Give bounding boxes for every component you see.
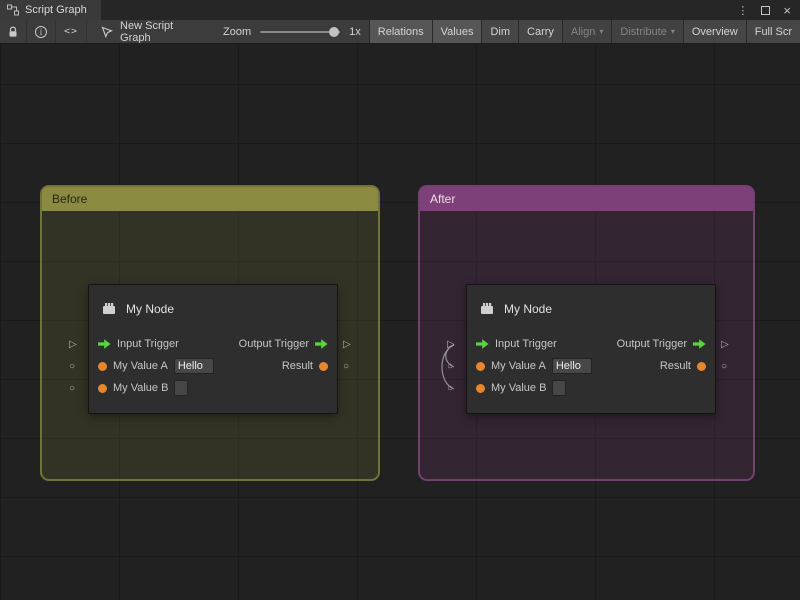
lock-button[interactable]	[0, 20, 27, 43]
fullscreen-button[interactable]: Full Scr	[746, 20, 800, 43]
output-trigger-label: Output Trigger	[617, 338, 687, 350]
relations-label: Relations	[378, 26, 424, 38]
values-label: Values	[441, 26, 474, 38]
value-a-label: My Value A	[113, 360, 168, 372]
outer-input-trigger-port[interactable]: ▷	[69, 340, 77, 350]
graph-pointer-icon	[101, 26, 113, 38]
outer-value-a-port[interactable]: ○	[447, 362, 453, 372]
value-a-label: My Value A	[491, 360, 546, 372]
group-after-header[interactable]: After	[420, 187, 753, 211]
outer-input-trigger-port[interactable]: ▷	[447, 340, 455, 350]
carry-button[interactable]: Carry	[518, 20, 562, 43]
tab-title: Script Graph	[25, 4, 87, 16]
dim-button[interactable]: Dim	[481, 20, 518, 43]
value-a-port-icon[interactable]	[476, 362, 485, 371]
chevron-down-icon: ▾	[599, 27, 603, 36]
close-icon[interactable]: ×	[783, 3, 791, 18]
inspector-button[interactable]: i	[27, 20, 56, 43]
relations-button[interactable]: Relations	[369, 20, 432, 43]
zoom-control: Zoom 1x	[205, 20, 369, 43]
value-a-field[interactable]	[174, 358, 214, 374]
outer-output-trigger-port[interactable]: ▷	[343, 340, 351, 350]
value-b-field[interactable]	[174, 380, 188, 396]
graph-name: New Script Graph	[120, 20, 193, 44]
value-b-port-icon[interactable]	[98, 384, 107, 393]
code-view-button[interactable]: <>	[56, 20, 87, 43]
lock-icon	[8, 26, 18, 38]
maximize-icon[interactable]	[761, 6, 770, 15]
value-b-label: My Value B	[491, 382, 546, 394]
titlebar: Script Graph ⋮ ×	[0, 0, 800, 20]
node-title: My Node	[126, 302, 174, 316]
zoom-label: Zoom	[223, 26, 251, 38]
zoom-slider-thumb[interactable]	[329, 27, 339, 37]
menu-icon[interactable]: ⋮	[737, 4, 748, 17]
distribute-label: Distribute	[620, 26, 666, 38]
outer-value-a-port[interactable]: ○	[69, 362, 75, 372]
dim-label: Dim	[490, 26, 510, 38]
graph-breadcrumb[interactable]: New Script Graph	[87, 20, 205, 43]
overview-button[interactable]: Overview	[683, 20, 746, 43]
node-header: My Node	[467, 285, 715, 333]
group-before-header[interactable]: Before	[42, 187, 378, 211]
distribute-dropdown[interactable]: Distribute ▾	[611, 20, 682, 43]
align-dropdown[interactable]: Align ▾	[562, 20, 611, 43]
info-icon: i	[35, 26, 47, 38]
output-trigger-label: Output Trigger	[239, 338, 309, 350]
input-trigger-label: Input Trigger	[495, 338, 557, 350]
toolbar: i <> New Script Graph Zoom 1x Relations …	[0, 20, 800, 44]
port-row-triggers: Input Trigger Output Trigger	[467, 333, 715, 355]
carry-label: Carry	[527, 26, 554, 38]
result-port-icon[interactable]	[697, 362, 706, 371]
group-after[interactable]: After ▷ ○ ○ ▷ ○ My Node	[418, 185, 755, 481]
node-header: My Node	[89, 285, 337, 333]
values-button[interactable]: Values	[432, 20, 482, 43]
input-trigger-icon[interactable]	[98, 339, 111, 349]
code-icon: <>	[64, 26, 78, 37]
port-row-value-b: My Value B	[467, 377, 715, 399]
input-trigger-label: Input Trigger	[117, 338, 179, 350]
value-a-field[interactable]	[552, 358, 592, 374]
port-row-triggers: Input Trigger Output Trigger	[89, 333, 337, 355]
value-a-port-icon[interactable]	[98, 362, 107, 371]
outer-result-port[interactable]: ○	[343, 362, 349, 372]
output-trigger-icon[interactable]	[315, 339, 328, 349]
node-my-node[interactable]: My Node Input Trigger Output Trigger My …	[466, 284, 716, 414]
group-before[interactable]: Before ▷ ○ ○ ▷ ○ My Node	[40, 185, 380, 481]
node-icon	[479, 301, 495, 317]
node-my-node[interactable]: My Node Input Trigger Output Trigger My …	[88, 284, 338, 414]
outer-value-b-port[interactable]: ○	[69, 384, 75, 394]
node-icon	[101, 301, 117, 317]
port-row-value-b: My Value B	[89, 377, 337, 399]
zoom-slider[interactable]	[260, 31, 340, 33]
outer-value-b-port[interactable]: ○	[447, 384, 453, 394]
value-b-label: My Value B	[113, 382, 168, 394]
toolbar-buttons: Relations Values Dim Carry Align ▾ Distr…	[369, 20, 800, 43]
fullscreen-label: Full Scr	[755, 26, 792, 38]
input-trigger-icon[interactable]	[476, 339, 489, 349]
result-port-icon[interactable]	[319, 362, 328, 371]
zoom-value: 1x	[349, 26, 361, 38]
overview-label: Overview	[692, 26, 738, 38]
outer-output-trigger-port[interactable]: ▷	[721, 340, 729, 350]
result-label: Result	[660, 360, 691, 372]
value-b-port-icon[interactable]	[476, 384, 485, 393]
port-row-value-a: My Value A Result	[467, 355, 715, 377]
port-row-value-a: My Value A Result	[89, 355, 337, 377]
chevron-down-icon: ▾	[671, 27, 675, 36]
align-label: Align	[571, 26, 595, 38]
tab-script-graph[interactable]: Script Graph	[0, 0, 101, 20]
value-b-field[interactable]	[552, 380, 566, 396]
outer-result-port[interactable]: ○	[721, 362, 727, 372]
graph-canvas[interactable]: Before ▷ ○ ○ ▷ ○ My Node	[0, 44, 800, 600]
script-graph-icon	[7, 4, 19, 16]
window-controls: ⋮ ×	[737, 0, 800, 20]
node-title: My Node	[504, 302, 552, 316]
result-label: Result	[282, 360, 313, 372]
output-trigger-icon[interactable]	[693, 339, 706, 349]
